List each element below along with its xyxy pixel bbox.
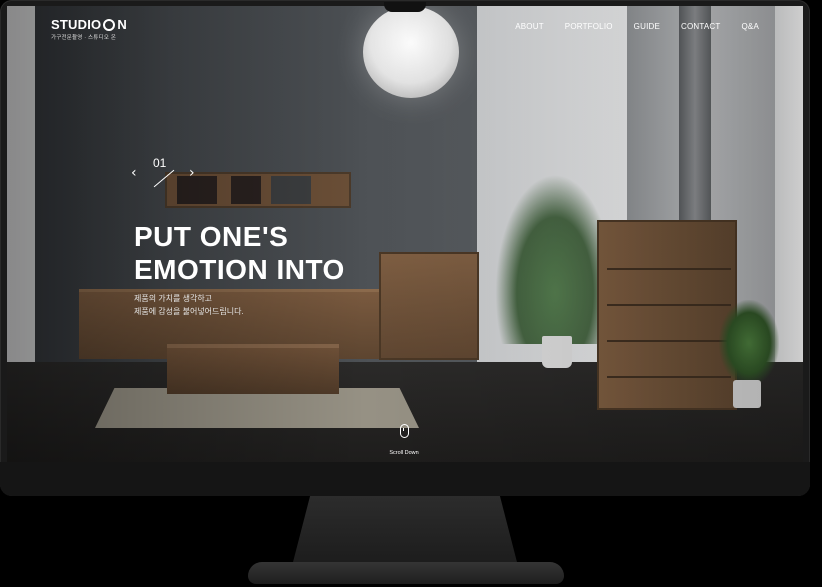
hero-subcopy: 제품의 가치를 생각하고 제품에 감성을 불어넣어드립니다. xyxy=(134,292,244,318)
chevron-right-icon[interactable]: › xyxy=(189,166,195,180)
logo-subtitle: 가구전문촬영 · 스튜디오 온 xyxy=(51,35,117,41)
nav-portfolio[interactable]: PORTFOLIO xyxy=(565,22,613,31)
website-screen: STUDIO N 가구전문촬영 · 스튜디오 온 ABOUT PORTFOLIO … xyxy=(7,6,803,462)
scroll-down-button[interactable]: Scroll Down xyxy=(378,424,430,459)
logo-text-suffix: N xyxy=(117,17,127,32)
nav-contact[interactable]: CONTACT xyxy=(681,22,720,31)
chevron-left-icon[interactable]: ‹ xyxy=(131,166,137,180)
logo-wordmark: STUDIO N xyxy=(51,17,127,32)
logo-text-prefix: STUDIO xyxy=(51,17,102,32)
apple-logo-icon xyxy=(397,468,413,486)
slider-controls: ‹ 01 › xyxy=(131,156,201,192)
hero-overlay xyxy=(7,6,803,462)
slide-divider xyxy=(153,169,175,188)
scroll-down-label: Scroll Down xyxy=(389,450,419,456)
logo-ring-icon xyxy=(103,18,116,31)
monitor-bezel: STUDIO N 가구전문촬영 · 스튜디오 온 ABOUT PORTFOLIO … xyxy=(0,0,810,496)
camera-notch xyxy=(384,2,426,12)
slide-number: 01 xyxy=(153,156,167,170)
nav-guide[interactable]: GUIDE xyxy=(634,22,660,31)
subcopy-line-1: 제품의 가치를 생각하고 xyxy=(134,294,213,303)
subcopy-line-2: 제품에 감성을 불어넣어드립니다. xyxy=(134,307,244,316)
main-nav: ABOUT PORTFOLIO GUIDE CONTACT Q&A xyxy=(515,22,759,31)
mouse-icon xyxy=(399,424,409,438)
monitor-stand-base xyxy=(248,562,564,584)
nav-about[interactable]: ABOUT xyxy=(515,22,544,31)
hero-headline: PUT ONE'S EMOTION INTO xyxy=(134,220,345,286)
monitor-mockup: STUDIO N 가구전문촬영 · 스튜디오 온 ABOUT PORTFOLIO … xyxy=(0,0,822,587)
headline-line-2: EMOTION INTO xyxy=(134,254,345,285)
nav-qna[interactable]: Q&A xyxy=(742,22,760,31)
site-logo[interactable]: STUDIO N 가구전문촬영 · 스튜디오 온 xyxy=(51,17,127,41)
monitor-stand-neck xyxy=(292,496,518,566)
headline-line-1: PUT ONE'S xyxy=(134,221,289,252)
